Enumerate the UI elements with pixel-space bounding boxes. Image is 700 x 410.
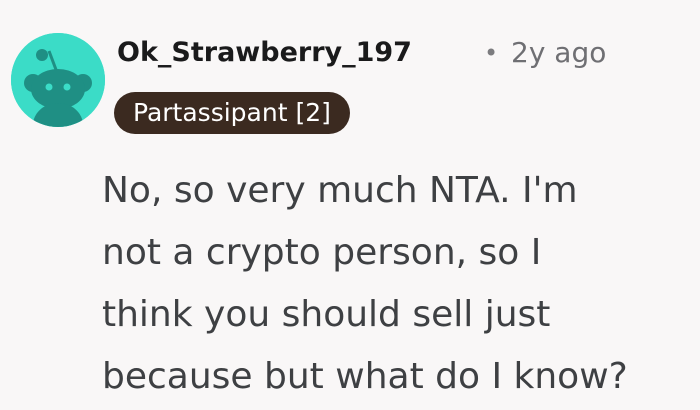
comment-body-line: not a crypto person, so I <box>102 232 542 273</box>
comment-body-line: because but what do I know? <box>102 356 628 397</box>
comment: Ok_Strawberry_197 • 2y ago Partassipant … <box>0 0 700 410</box>
separator-dot: • <box>484 39 499 67</box>
user-avatar[interactable] <box>11 33 105 127</box>
username-link[interactable]: Ok_Strawberry_197 <box>117 33 412 73</box>
comment-body-line: think you should sell just <box>102 294 551 335</box>
snoo-avatar-icon <box>11 33 105 127</box>
comment-body: No, so very much NTA. I'm not a crypto p… <box>102 160 692 408</box>
comment-timestamp: 2y ago <box>511 36 607 69</box>
user-flair-badge: Partassipant [2] <box>114 92 350 134</box>
comment-body-line: No, so very much NTA. I'm <box>102 170 578 211</box>
